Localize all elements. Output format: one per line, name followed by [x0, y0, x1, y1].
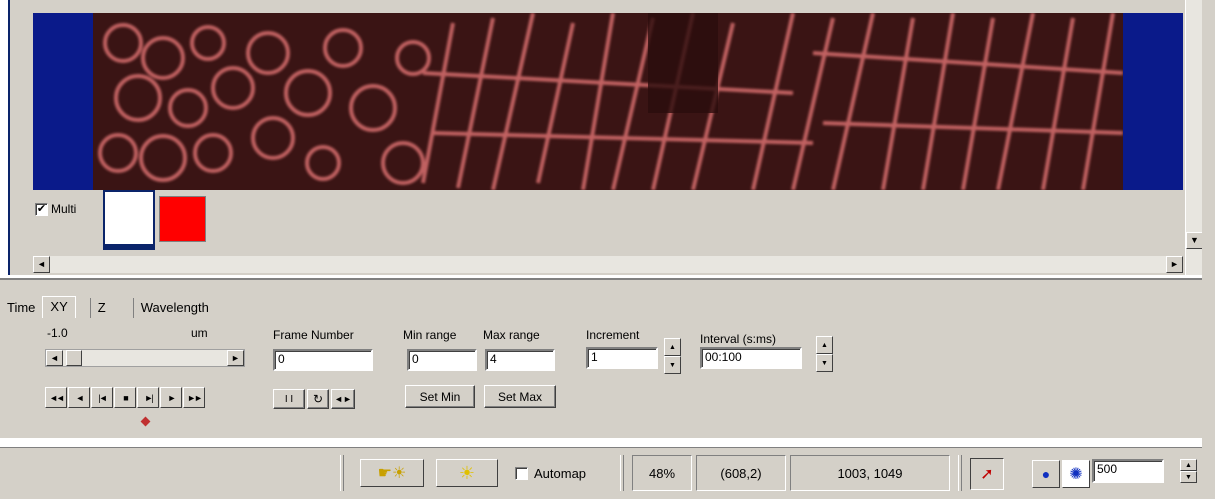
region-tool-button[interactable]: ●	[1032, 460, 1060, 488]
play-once-icon[interactable]: I I	[273, 389, 305, 409]
tab-wavelength[interactable]: Wavelength	[132, 298, 216, 318]
auto-brightness-button[interactable]: ☛☀	[360, 459, 424, 487]
min-range-input[interactable]: 0	[407, 349, 477, 371]
increment-label: Increment	[586, 328, 640, 342]
increment-input[interactable]: 1	[586, 347, 658, 369]
multi-label: Multi	[51, 202, 77, 216]
horizontal-scrollbar[interactable]: ◄ ►	[33, 256, 1183, 273]
automap-box[interactable]	[515, 467, 528, 480]
increment-up-icon[interactable]: ▲	[664, 338, 681, 356]
max-range-label: Max range	[483, 328, 540, 342]
next-icon[interactable]: ►|	[137, 387, 159, 408]
slider-right-icon[interactable]: ►	[227, 350, 244, 366]
slider-thumb[interactable]	[66, 350, 82, 366]
status-bar	[0, 447, 1202, 499]
sun-icon: ☀	[458, 462, 476, 483]
value-up-icon[interactable]: ▲	[1180, 459, 1197, 471]
scroll-down-icon[interactable]: ▼	[1186, 232, 1203, 249]
play-icon[interactable]: ►	[160, 387, 182, 408]
tab-z[interactable]: Z	[89, 298, 113, 318]
interval-down-icon[interactable]: ▼	[816, 354, 833, 372]
first-frame-icon[interactable]: ◄◄	[45, 387, 67, 408]
tab-time[interactable]: Time	[0, 298, 42, 318]
arrow-pointer-icon: ➚	[980, 466, 994, 483]
toolbar-grip-3[interactable]	[958, 455, 962, 491]
interval-up-icon[interactable]: ▲	[816, 336, 833, 354]
position-slider[interactable]: ◄ ►	[45, 349, 245, 367]
hand-sun-icon: ☛☀	[377, 465, 407, 482]
interval-label: Interval (s:ms)	[700, 332, 777, 346]
set-max-button[interactable]: Set Max	[484, 385, 556, 408]
automap-checkbox[interactable]: Automap	[515, 466, 586, 481]
loop-icon[interactable]: ↻	[307, 389, 329, 409]
burst-tool-button[interactable]: ✺	[1062, 460, 1090, 488]
last-frame-icon[interactable]: ►►	[183, 387, 205, 408]
increment-down-icon[interactable]: ▼	[664, 356, 681, 374]
channel-swatch-white[interactable]	[103, 190, 155, 250]
zoom-readout: 48%	[632, 455, 692, 491]
tab-xy[interactable]: XY	[42, 296, 76, 318]
cursor-position-readout: (608,2)	[696, 455, 786, 491]
blob-icon: ●	[1041, 466, 1051, 482]
previous-icon[interactable]: |◄	[91, 387, 113, 408]
microscopy-image[interactable]	[93, 13, 1123, 190]
automap-label: Automap	[534, 466, 587, 481]
playback-controls: ◄◄ ◄ |◄ ■ ►| ► ►►	[45, 387, 205, 408]
max-range-input[interactable]: 4	[485, 349, 555, 371]
channel-swatch-red[interactable]	[159, 196, 206, 242]
frame-number-input[interactable]: 0	[273, 349, 373, 371]
brightness-button[interactable]: ☀	[436, 459, 498, 487]
multi-checkbox[interactable]: ✔ Multi	[35, 202, 76, 216]
position-unit: um	[191, 326, 208, 340]
set-min-button[interactable]: Set Min	[405, 385, 475, 408]
bounce-icon[interactable]: ◄►	[331, 389, 355, 409]
vertical-scrollbar[interactable]: ▼	[1185, 0, 1203, 275]
window-edge	[0, 0, 10, 275]
dimension-tabs: Time XY Z Wavelength	[0, 296, 216, 318]
stop-icon[interactable]: ■	[114, 387, 136, 408]
playback-mode-group: I I ↻ ◄►	[273, 389, 355, 409]
value-input[interactable]: 500	[1092, 459, 1164, 483]
position-value: -1.0	[47, 326, 68, 340]
interval-input[interactable]: 00:100	[700, 347, 802, 369]
value-stepper[interactable]: ▲ ▼	[1180, 459, 1197, 483]
toolbar-grip[interactable]	[340, 455, 344, 491]
scroll-left-icon[interactable]: ◄	[33, 256, 50, 273]
slider-left-icon[interactable]: ◄	[46, 350, 63, 366]
frame-number-label: Frame Number	[273, 328, 354, 342]
burst-icon: ✺	[1069, 466, 1083, 483]
value-down-icon[interactable]: ▼	[1180, 471, 1197, 483]
toolbar-grip-2[interactable]	[620, 455, 624, 491]
step-back-icon[interactable]: ◄	[68, 387, 90, 408]
interval-stepper[interactable]: ▲ ▼	[816, 336, 833, 372]
min-range-label: Min range	[403, 328, 457, 342]
pointer-tool-button[interactable]: ➚	[970, 458, 1004, 490]
image-size-readout: 1003, 1049	[790, 455, 950, 491]
increment-stepper[interactable]: ▲ ▼	[664, 338, 681, 374]
scroll-right-icon[interactable]: ►	[1166, 256, 1183, 273]
window-edge-right	[1202, 0, 1215, 499]
checkmark-icon[interactable]: ✔	[35, 202, 48, 216]
